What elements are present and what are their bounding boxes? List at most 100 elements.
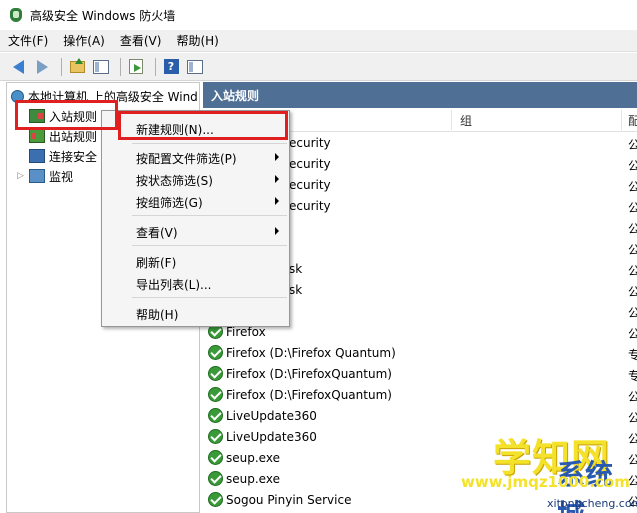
menu-item-label: 按组筛选(G) (136, 196, 203, 210)
toolbar: ? (0, 53, 637, 81)
rule-profile: 专 (628, 348, 637, 362)
rule-profile: 专 (628, 369, 637, 383)
column-divider[interactable] (451, 110, 452, 130)
context-menu: 新建规则(N)... 按配置文件筛选(P) 按状态筛选(S) 按组筛选(G) 查… (101, 110, 290, 327)
rule-enabled-check-icon (208, 345, 223, 360)
tree-item-label: 入站规则 (49, 109, 98, 124)
table-row[interactable]: LiveUpdate360 公 (203, 406, 637, 427)
menu-view[interactable]: 查看(V) (120, 32, 162, 49)
rule-name-partial: ecurity (289, 178, 331, 192)
toolbar-separator (120, 57, 121, 76)
rule-profile: 公 (628, 264, 637, 278)
help-icon: ? (163, 59, 179, 74)
console-tree-icon (93, 59, 109, 74)
rule-name-partial: ecurity (289, 157, 331, 171)
up-folder-button[interactable] (67, 57, 87, 77)
tree-item-label: 出站规则 (49, 129, 98, 144)
table-row[interactable]: Firefox (D:\FirefoxQuantum) 专 (203, 364, 637, 385)
column-divider[interactable] (621, 110, 622, 130)
connection-security-icon (29, 149, 45, 163)
menu-item-label: 导出列表(L)... (136, 278, 212, 292)
rule-name-partial: ecurity (289, 136, 331, 150)
rule-name: Firefox (226, 325, 266, 339)
rule-enabled-check-icon (208, 450, 223, 465)
menu-bar: 文件(F) 操作(A) 查看(V) 帮助(H) (0, 30, 637, 52)
rule-enabled-check-icon (208, 387, 223, 402)
rule-name-partial: sk (289, 262, 303, 276)
rule-name: Sogou Pinyin Service (226, 493, 352, 507)
watermark-url: xitongcheng.com (547, 497, 637, 510)
tree-root-label: 本地计算机 上的高级安全 Wind (28, 89, 198, 104)
rule-name-partial: ecurity (289, 199, 331, 213)
tree-item-label: 连接安全 (49, 149, 98, 164)
menu-separator (132, 215, 287, 216)
submenu-arrow-icon (275, 153, 279, 161)
tree-item-label: 监视 (49, 169, 74, 184)
rule-profile: 公 (628, 222, 637, 236)
tree-item-connection-security[interactable]: 连接安全 (29, 146, 97, 166)
rule-profile: 公 (628, 159, 637, 173)
help-button[interactable]: ? (161, 57, 181, 77)
window-title: 高级安全 Windows 防火墙 (30, 8, 176, 23)
menu-item-filter-by-state[interactable]: 按状态筛选(S) (102, 169, 289, 189)
menu-item-view[interactable]: 查看(V) (102, 221, 289, 241)
rule-name: Firefox (D:\FirefoxQuantum) (226, 388, 392, 402)
rule-profile: 公 (628, 138, 637, 152)
table-row[interactable]: Firefox (D:\FirefoxQuantum) 公 (203, 385, 637, 406)
rule-enabled-check-icon (208, 366, 223, 381)
forward-button[interactable] (32, 57, 52, 77)
table-row[interactable]: Firefox (D:\Firefox Quantum) 专 (203, 343, 637, 364)
rule-enabled-check-icon (208, 492, 223, 507)
rule-enabled-check-icon (208, 429, 223, 444)
menu-separator (132, 297, 287, 298)
rule-name: Firefox (D:\FirefoxQuantum) (226, 367, 392, 381)
column-header-profile[interactable]: 配 (628, 112, 637, 129)
rule-profile: 公 (628, 201, 637, 215)
menu-file[interactable]: 文件(F) (8, 32, 48, 49)
toolbar-separator (155, 57, 156, 76)
menu-separator (132, 143, 287, 144)
menu-item-help[interactable]: 帮助(H) (102, 303, 289, 323)
tree-item-monitoring[interactable]: ▷ 监视 (17, 166, 73, 186)
menu-item-refresh[interactable]: 刷新(F) (102, 251, 289, 271)
menu-item-filter-by-group[interactable]: 按组筛选(G) (102, 191, 289, 211)
export-list-button[interactable] (126, 57, 146, 77)
rule-profile: 公 (628, 285, 637, 299)
firewall-shield-icon (8, 7, 24, 23)
rule-profile: 公 (628, 327, 637, 341)
rule-profile: 公 (628, 390, 637, 404)
expand-arrow-icon[interactable]: ▷ (17, 171, 27, 181)
rule-name: LiveUpdate360 (226, 430, 317, 444)
rule-profile: 公 (628, 243, 637, 257)
tree-item-inbound-rules[interactable]: 入站规则 (29, 106, 97, 126)
arrow-left-icon (12, 59, 24, 74)
rule-name: seup.exe (226, 472, 280, 486)
rule-profile: 公 (628, 180, 637, 194)
watermark-logo: 学知网 系统城 www.jmqz1000.com xitongcheng.com (447, 427, 637, 513)
submenu-arrow-icon (275, 197, 279, 205)
title-bar: 高级安全 Windows 防火墙 (0, 0, 637, 30)
menu-help[interactable]: 帮助(H) (176, 32, 218, 49)
tree-item-outbound-rules[interactable]: 出站规则 (29, 126, 97, 146)
menu-item-label: 新建规则(N)... (136, 123, 214, 137)
show-hide-action-pane-button[interactable] (185, 57, 205, 77)
menu-item-filter-by-profile[interactable]: 按配置文件筛选(P) (102, 147, 289, 167)
rule-profile: 公 (628, 411, 637, 425)
menu-item-new-rule[interactable]: 新建规则(N)... (102, 118, 289, 138)
action-pane-icon (187, 59, 203, 74)
watermark-url: www.jmqz1000.com (461, 473, 630, 491)
back-button[interactable] (8, 57, 28, 77)
monitoring-icon (29, 169, 45, 183)
column-header-group[interactable]: 组 (460, 112, 472, 129)
tree-root[interactable]: 本地计算机 上的高级安全 Wind (11, 86, 198, 106)
menu-item-label: 帮助(H) (136, 308, 179, 322)
menu-separator (132, 245, 287, 246)
menu-item-label: 按状态筛选(S) (136, 174, 213, 188)
rule-name: LiveUpdate360 (226, 409, 317, 423)
menu-item-export-list[interactable]: 导出列表(L)... (102, 273, 289, 293)
menu-item-label: 查看(V) (136, 226, 178, 240)
menu-action[interactable]: 操作(A) (63, 32, 105, 49)
show-hide-tree-button[interactable] (91, 57, 111, 77)
computer-firewall-icon (11, 89, 24, 103)
rule-name: Firefox (D:\Firefox Quantum) (226, 346, 396, 360)
